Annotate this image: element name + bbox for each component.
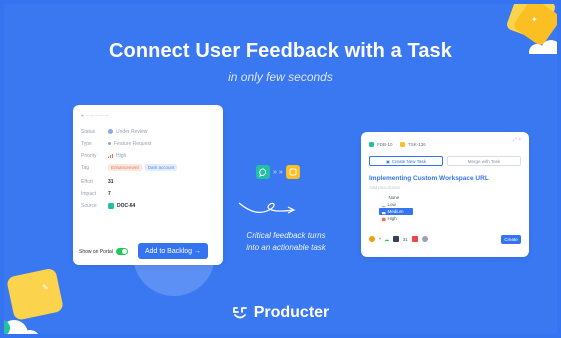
source-row: Source DOC-64 — [81, 201, 217, 210]
priority-option-label: None — [388, 195, 400, 200]
avatar[interactable] — [421, 236, 428, 242]
caption-line-1: Critical feedback turns — [246, 231, 326, 240]
caption: Critical feedback turns into an actionab… — [226, 230, 346, 254]
banner-frame: ✦ ✎ Connect User Feedback with a Task in… — [4, 4, 557, 334]
svg-text:✎: ✎ — [42, 283, 49, 292]
type-text: Feature Request — [114, 140, 152, 147]
priority-text: High — [116, 152, 127, 159]
status-row: Status Under Review — [81, 127, 217, 136]
low-bars-icon: ▁ — [382, 201, 386, 207]
estimate-value[interactable]: 31 — [403, 237, 408, 242]
create-label: Create — [504, 237, 518, 242]
type-value[interactable]: Feature Request — [108, 141, 151, 147]
merge-with-task-tab[interactable]: Merge with Task — [447, 156, 521, 166]
task-tag-icon — [400, 142, 406, 147]
show-on-portal-toggle[interactable] — [115, 248, 128, 255]
add-to-backlog-label: Add to Backlog → — [144, 247, 202, 255]
page-title: Connect User Feedback with a Task — [108, 40, 453, 62]
high-bars-icon: ▅ — [382, 215, 386, 221]
caption-line-2: into an actionable task — [246, 243, 326, 252]
tag-chip[interactable]: Enhancement — [108, 164, 142, 171]
status-label: Status — [81, 128, 96, 135]
create-task-card: ⤢ × FDB-10 › TSK-136 ▣ Create New Task M… — [361, 132, 529, 257]
status-icon[interactable] — [369, 236, 375, 242]
tag-row: Tag Enhancement Dark account — [81, 163, 217, 172]
svg-text:✦: ✦ — [531, 15, 538, 24]
impact-row: Impact 7 — [81, 189, 217, 198]
card-header-placeholder: ● ─ ─ ─ ─ ─ — [81, 113, 109, 119]
expand-icon[interactable]: ⤢ × — [513, 137, 521, 143]
priority-row: Priority High — [81, 151, 217, 160]
chevrons-right-icon: » » — [273, 168, 283, 176]
calendar-icon[interactable] — [411, 236, 418, 242]
show-on-portal-label: Show on Portal — [79, 248, 113, 255]
curvy-arrow-icon — [238, 202, 296, 214]
priority-option[interactable]: ▅ High — [379, 215, 413, 222]
priority-icon[interactable]: ▂ — [385, 236, 388, 242]
feedback-tag-icon — [369, 142, 374, 147]
none-icon: ··· — [382, 195, 387, 200]
priority-option-selected[interactable]: ▃ Medium — [379, 208, 413, 215]
status-value[interactable]: Under Review — [108, 129, 147, 135]
effort-label: Effort — [81, 178, 93, 185]
task-mode-switch: ▣ Create New Task Merge with Task — [369, 156, 521, 166]
status-text: Under Review — [116, 128, 148, 135]
tag-values: Enhancement Dark account — [108, 164, 178, 171]
separator: › — [395, 142, 398, 147]
card-breadcrumb: FDB-10 › TSK-136 — [369, 142, 426, 147]
effort-row: Effort 31 — [81, 177, 217, 186]
tag-label: Tag — [81, 164, 90, 171]
type-label: Type — [81, 140, 92, 147]
feedback-bubble-icon — [256, 165, 270, 179]
producter-logo-icon — [232, 307, 247, 319]
sticky-note-decoration-icon: ✎ — [4, 268, 63, 334]
priority-value[interactable]: High — [108, 153, 126, 159]
status-dot-icon — [108, 129, 113, 134]
priority-bars-icon — [108, 153, 113, 158]
doc-square-icon — [108, 202, 114, 209]
priority-option[interactable]: ··· None — [379, 194, 413, 201]
priority-option-label: Medium — [387, 209, 404, 214]
medium-bars-icon: ▃ — [382, 208, 386, 214]
brand-name: Producter — [253, 304, 330, 321]
tag-chip[interactable]: Dark account — [144, 164, 178, 171]
impact-label: Impact — [81, 190, 97, 197]
create-button[interactable]: Create — [501, 235, 521, 244]
source-text: DOC-64 — [117, 202, 136, 209]
merge-with-task-label: Merge with Task — [467, 158, 501, 164]
task-square-icon — [285, 165, 300, 179]
create-icon: ▣ — [386, 158, 390, 164]
chevron-down-icon[interactable]: ▾ — [379, 236, 381, 242]
description-placeholder[interactable]: Add description — [369, 185, 400, 190]
task-id: TSK-136 — [408, 142, 426, 147]
flow-icons: » » — [256, 165, 300, 179]
brand-logo: Producter — [4, 304, 557, 322]
source-label: Source — [81, 202, 97, 209]
type-dot-icon — [108, 142, 111, 145]
priority-option-label: High — [387, 216, 397, 221]
source-value[interactable]: DOC-64 — [108, 202, 136, 209]
task-title[interactable]: Implementing Custom Workspace URL — [369, 175, 489, 182]
priority-option-label: Low — [387, 202, 396, 207]
priority-option[interactable]: ▁ Low — [379, 201, 413, 208]
priority-label: Priority — [81, 152, 97, 159]
type-row: Type Feature Request — [81, 139, 217, 148]
effort-value[interactable]: 31 — [108, 179, 114, 185]
add-to-backlog-button[interactable]: Add to Backlog → — [138, 243, 208, 259]
task-toolbar: ▾ ▂ 31 — [369, 236, 428, 242]
show-on-portal: Show on Portal — [79, 248, 128, 255]
create-new-task-tab[interactable]: ▣ Create New Task — [369, 156, 443, 166]
assignee-icon[interactable] — [392, 236, 399, 242]
priority-dropdown: ··· None ▁ Low ▃ Medium ▅ High — [379, 194, 413, 222]
create-new-task-label: Create New Task — [391, 158, 426, 164]
impact-value[interactable]: 7 — [108, 191, 111, 197]
feedback-id: FDB-10 — [377, 142, 393, 147]
page-subtitle: in only few seconds — [228, 70, 333, 84]
